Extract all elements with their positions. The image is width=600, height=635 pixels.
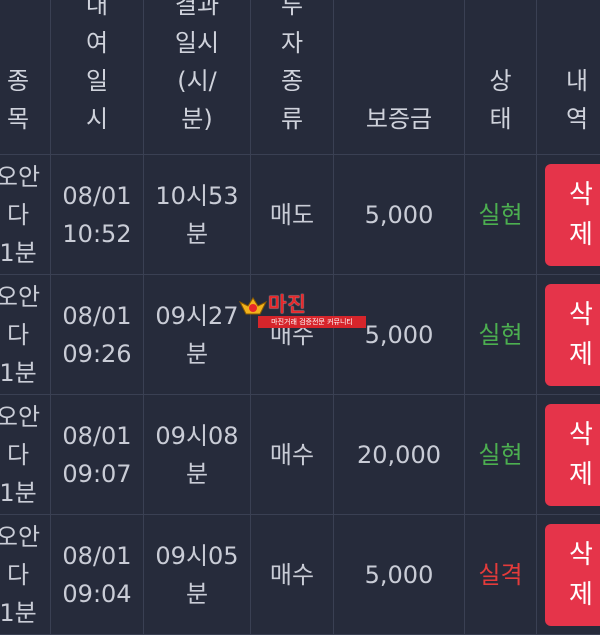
cell-action: 삭 제 — [537, 275, 600, 394]
header-invest-type: 투 자 종 류 — [251, 0, 334, 154]
header-history: 내 역 — [565, 67, 589, 133]
cell-type: 오안 다 1분 — [0, 155, 51, 274]
header-result-time: 결과 일시 (시/ 분) — [144, 0, 251, 154]
cell-result-time: 09시05 분 — [144, 515, 251, 634]
table-row: 오안 다 1분 08/01 10:52 10시53 분 매도 5,000 실현 … — [0, 155, 600, 275]
cell-result-time: 09시27 분 — [144, 275, 251, 394]
cell-result-time: 10시53 분 — [144, 155, 251, 274]
table-row: 오안 다 1분 08/01 09:04 09시05 분 매수 5,000 실격 … — [0, 515, 600, 635]
watermark-subtitle: 마진거래 검증전문 커뮤니티 — [258, 316, 366, 328]
cell-invest-type: 매도 — [251, 155, 334, 274]
header-deposit: 보증금 — [334, 0, 465, 154]
cell-entry-time: 08/01 09:26 — [51, 275, 144, 394]
table-row: 오안 다 1분 08/01 09:07 09시08 분 매수 20,000 실현… — [0, 395, 600, 515]
cell-type: 오안 다 1분 — [0, 395, 51, 514]
cell-action: 삭 제 — [537, 515, 600, 634]
delete-button[interactable]: 삭 제 — [545, 163, 600, 266]
cell-result-time: 09시08 분 — [144, 395, 251, 514]
cell-status: 실격 — [465, 515, 537, 634]
cell-type: 오안 다 1분 — [0, 515, 51, 634]
cell-type: 오안 다 1분 — [0, 275, 51, 394]
cell-action: 삭 제 — [537, 395, 600, 514]
cell-entry-time: 08/01 10:52 — [51, 155, 144, 274]
watermark-title: 마진 — [268, 292, 307, 316]
cell-invest-type: 매수 — [251, 395, 334, 514]
cell-deposit: 5,000 — [334, 515, 465, 634]
header-entry-time: 대 여 일 시 — [51, 0, 144, 154]
delete-button[interactable]: 삭 제 — [545, 523, 600, 626]
cell-entry-time: 08/01 09:04 — [51, 515, 144, 634]
cell-action: 삭 제 — [537, 155, 600, 274]
watermark-logo: 마진 마진거래 검증전문 커뮤니티 — [238, 292, 366, 332]
table-header: 종 목 대 여 일 시 결과 일시 (시/ 분) 투 자 종 류 보증금 상 태… — [0, 0, 600, 155]
cell-status: 실현 — [465, 275, 537, 394]
cell-invest-type: 매수 — [251, 515, 334, 634]
cell-status: 실현 — [465, 395, 537, 514]
cell-entry-time: 08/01 09:07 — [51, 395, 144, 514]
header-status: 상 태 — [465, 0, 537, 154]
header-type: 종 목 — [0, 0, 51, 154]
delete-button[interactable]: 삭 제 — [545, 403, 600, 506]
cell-deposit: 20,000 — [334, 395, 465, 514]
cell-deposit: 5,000 — [334, 155, 465, 274]
delete-button[interactable]: 삭 제 — [545, 283, 600, 386]
cell-status: 실현 — [465, 155, 537, 274]
